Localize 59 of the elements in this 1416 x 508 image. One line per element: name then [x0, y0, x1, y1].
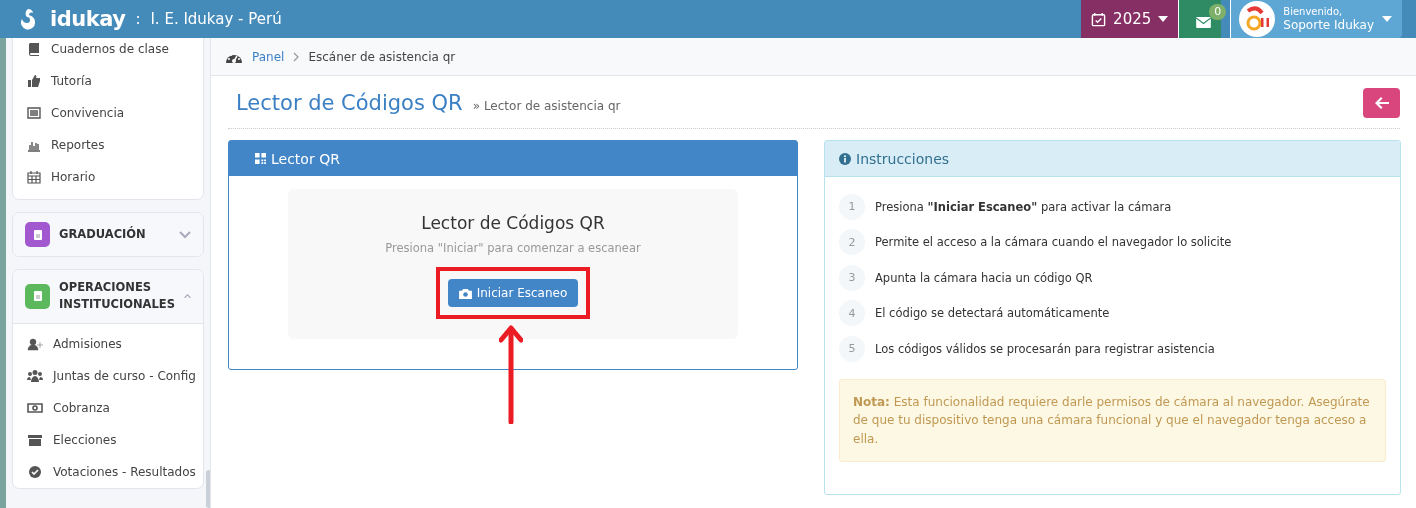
- chevron-icon: [184, 292, 191, 301]
- page-subtitle: » Lector de asistencia qr: [472, 98, 622, 113]
- sidebar-item[interactable]: Reportes: [13, 129, 203, 161]
- panel-title: Lector QR: [271, 150, 340, 167]
- arrow-left-icon: [1374, 97, 1389, 109]
- user-name: Soporte Idukay: [1283, 17, 1374, 33]
- page-title: Lector de Códigos QR: [236, 91, 463, 115]
- archive-icon: [27, 432, 43, 447]
- breadcrumb-current: Escáner de asistencia qr: [308, 49, 456, 64]
- step-text: Apunta la cámara hacia un código QR: [875, 270, 1093, 285]
- chevron-icon: [179, 230, 191, 239]
- sidebar-item[interactable]: Horario: [13, 161, 203, 193]
- start-scan-button[interactable]: Iniciar Escaneo: [447, 279, 579, 307]
- step-text: Permite el acceso a la cámara cuando el navegador lo solicite: [875, 235, 1232, 250]
- step-text: Presiona "Iniciar Escaneo" para activar la cámara: [875, 199, 1172, 214]
- sidebar-item[interactable]: Votaciones - Resultados: [13, 455, 203, 488]
- reader-title: Lector de Códigos QR: [421, 213, 605, 233]
- camera-icon: [458, 287, 472, 299]
- sidebar-item[interactable]: Cobranza: [13, 391, 203, 424]
- caret-icon: [1382, 16, 1392, 22]
- book-icon: [27, 42, 41, 56]
- sidebar-item[interactable]: Tutoría: [13, 65, 203, 97]
- reader-hint: Presiona "Iniciar" para comenzar a escanear: [385, 241, 641, 255]
- message-count-badge: 0: [1209, 4, 1227, 20]
- welcome-text: Bienvenido,: [1283, 5, 1344, 18]
- step-text: Los códigos válidos se procesarán para registrar asistencia: [875, 341, 1215, 356]
- year-dropdown[interactable]: 2025: [1081, 0, 1180, 38]
- brand-name[interactable]: idukay: [50, 7, 126, 31]
- thumb-icon: [27, 74, 41, 88]
- info-icon: [839, 152, 851, 165]
- separator: :: [135, 10, 141, 28]
- back-button[interactable]: [1363, 88, 1400, 118]
- step-number: 5: [839, 335, 865, 362]
- note-alert: Nota: Esta funcionalidad requiere darle permisos de cámara al navegador. Asegúrate de que tu dispositivo tenga una cámara funcional y que el navegador tenga acceso a ella.: [839, 378, 1386, 463]
- panel-title: Instrucciones: [856, 150, 950, 167]
- money-icon: [27, 400, 43, 415]
- menu-group-header[interactable]: OPERACIONES INSTITUCIONALES: [13, 270, 203, 324]
- step-number: 3: [839, 264, 865, 291]
- step-number: 1: [839, 193, 865, 220]
- sidebar-item[interactable]: Juntas de curso - Config: [13, 359, 203, 392]
- sidebar-item[interactable]: Convivencia: [13, 97, 203, 129]
- step-number: 4: [839, 300, 865, 327]
- calendar-icon: [27, 170, 41, 184]
- check-icon: [27, 464, 43, 479]
- chevron-right-icon: [293, 51, 300, 62]
- envelope-icon: [1196, 16, 1212, 28]
- school-name: I. E. Idukay - Perú: [150, 10, 282, 28]
- menu-group-header[interactable]: GRADUACIÓN: [13, 213, 203, 256]
- step-text: El código se detectará automáticamente: [875, 306, 1110, 321]
- sidebar-item[interactable]: Cuadernos de clase: [13, 38, 203, 65]
- sidebar-item[interactable]: Admisiones: [13, 327, 203, 360]
- breadcrumb-link[interactable]: Panel: [252, 49, 285, 64]
- caret-icon: [1158, 16, 1169, 22]
- calendar-check-icon: [1091, 11, 1107, 27]
- qr-code-icon: [255, 153, 266, 164]
- sidebar-item[interactable]: Elecciones: [13, 423, 203, 456]
- users-icon: [27, 368, 43, 383]
- useradd-icon: [27, 336, 43, 351]
- step-number: 2: [839, 229, 865, 256]
